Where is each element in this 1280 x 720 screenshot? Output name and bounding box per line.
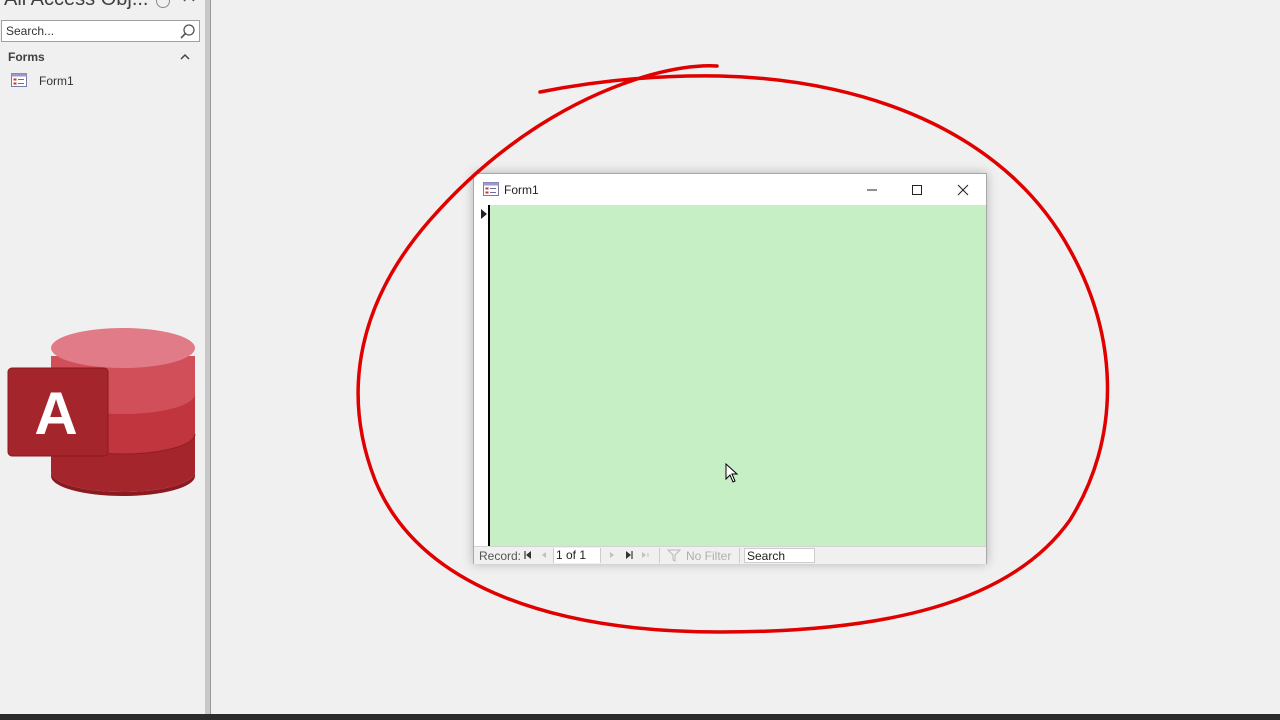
group-label: Forms: [8, 50, 45, 64]
logo-letter: A: [34, 380, 77, 447]
last-record-icon[interactable]: [624, 550, 634, 560]
search-box: [1, 20, 200, 42]
first-record-icon[interactable]: [523, 550, 533, 560]
search-icon[interactable]: [179, 23, 196, 40]
maximize-icon: [912, 185, 922, 195]
form-icon: [483, 182, 499, 196]
filter-icon: [667, 549, 681, 562]
taskbar-edge: [0, 714, 1280, 720]
no-filter-button[interactable]: No Filter: [686, 549, 731, 563]
navigation-pane: All Access Obj... Forms Form1: [0, 0, 205, 720]
minimize-icon: [867, 189, 877, 191]
new-record-icon[interactable]: [640, 550, 650, 560]
form-detail-section[interactable]: [490, 205, 986, 546]
search-input[interactable]: [6, 22, 176, 40]
record-search-input[interactable]: [744, 548, 815, 563]
group-header-forms[interactable]: Forms: [0, 47, 205, 67]
chevron-up-icon[interactable]: [179, 51, 191, 63]
record-label: Record:: [479, 549, 522, 563]
record-navigation-bar: Record: 1 of 1 No Filter: [474, 546, 986, 564]
current-record-field[interactable]: 1 of 1: [553, 548, 601, 563]
nav-item-form1[interactable]: Form1: [0, 70, 205, 90]
nav-item-label: Form1: [39, 74, 74, 88]
next-record-icon[interactable]: [607, 550, 617, 560]
pane-collapse-icon[interactable]: [182, 0, 196, 6]
separator: [659, 548, 660, 563]
access-logo-icon: A: [7, 328, 196, 496]
pane-title[interactable]: All Access Obj...: [4, 0, 149, 11]
maximize-button[interactable]: [903, 179, 933, 201]
pane-options-icon[interactable]: [156, 0, 170, 8]
current-record-icon: [481, 209, 487, 219]
previous-record-icon[interactable]: [539, 550, 549, 560]
pane-splitter[interactable]: [205, 0, 211, 720]
form-icon: [11, 73, 27, 87]
record-selector[interactable]: [474, 205, 490, 546]
close-button[interactable]: [949, 179, 979, 201]
minimize-button[interactable]: [858, 179, 888, 201]
close-icon: [957, 184, 969, 196]
form-title: Form1: [504, 183, 539, 197]
mouse-cursor-icon: [725, 463, 739, 483]
form-window: Form1 Record: 1 of 1 No Filter Search: [473, 173, 987, 564]
separator: [739, 548, 740, 563]
form-titlebar[interactable]: Form1: [474, 174, 986, 205]
